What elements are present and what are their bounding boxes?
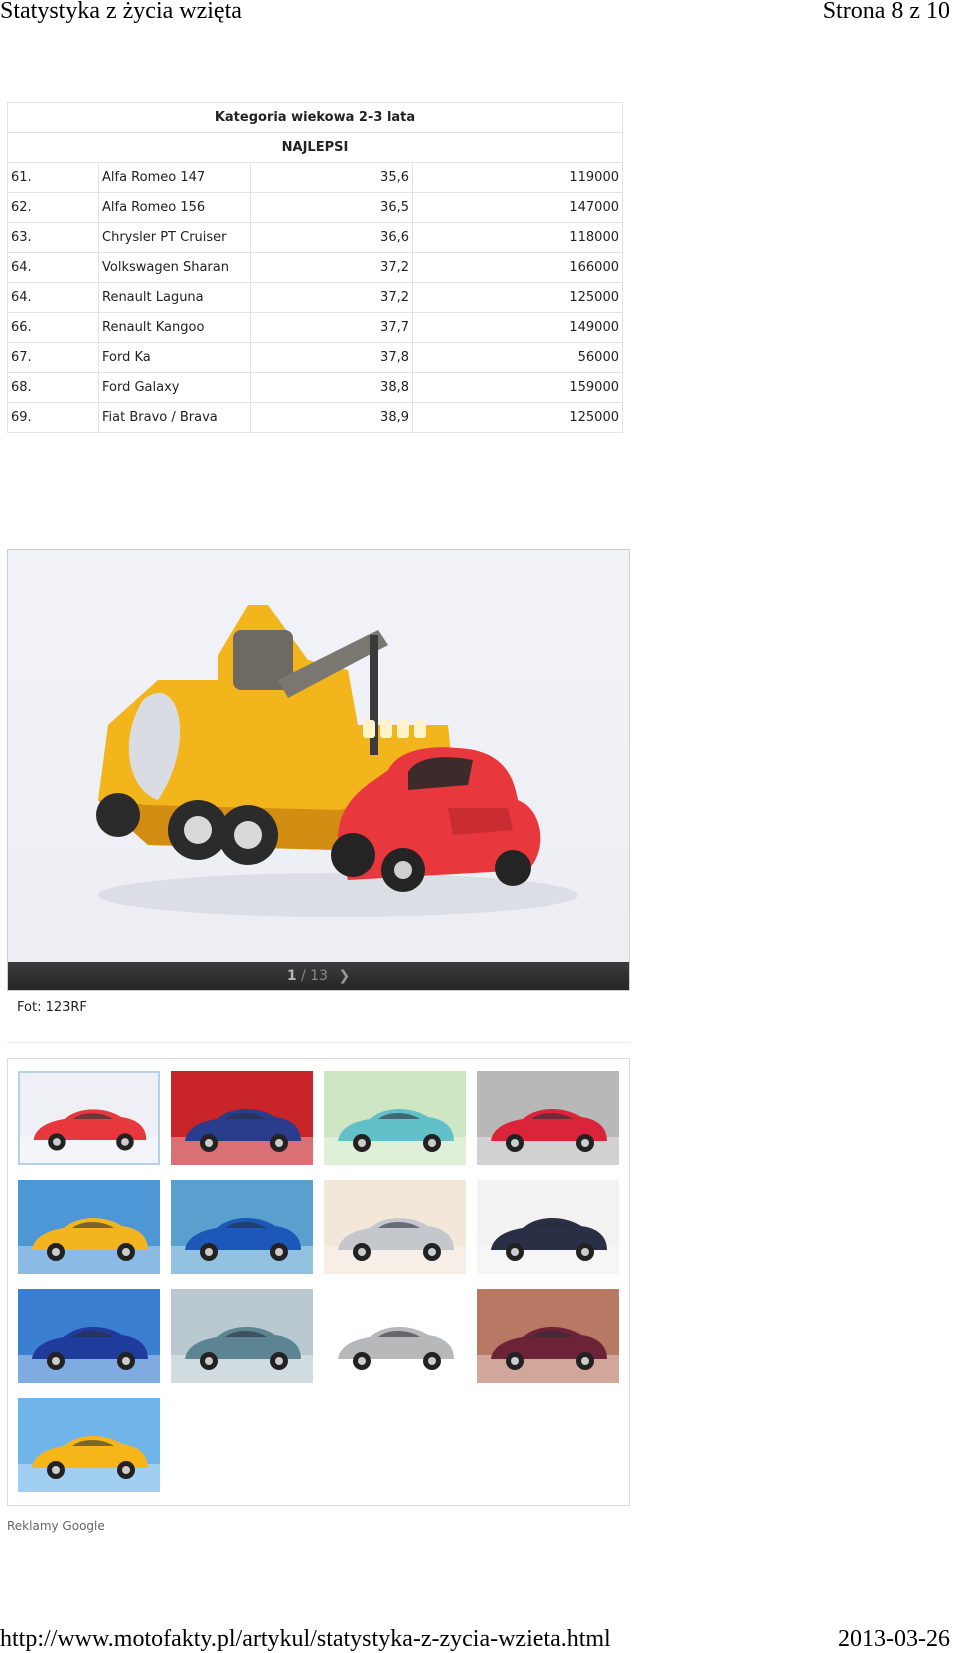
page-footer-url: http://www.motofakty.pl/artykul/statysty… <box>0 1626 611 1652</box>
table-row: 63. Chrysler PT Cruiser 36,6 118000 <box>7 222 623 253</box>
table-subheading-row: NAJLEPSI <box>7 132 623 163</box>
average-cell: 37,2 <box>250 282 413 313</box>
rank-cell: 64. <box>7 252 99 283</box>
thumbnail-image <box>18 1289 160 1383</box>
gallery-thumbnail[interactable] <box>324 1289 466 1383</box>
table-row: 61. Alfa Romeo 147 35,6 119000 <box>7 162 623 193</box>
thumbnail-image <box>477 1180 619 1274</box>
average-cell: 36,5 <box>250 192 413 223</box>
model-cell: Ford Ka <box>98 342 251 373</box>
mileage-cell: 149000 <box>412 312 623 343</box>
gallery-thumbnail[interactable] <box>171 1180 313 1274</box>
table-row: 64. Volkswagen Sharan 37,2 166000 <box>7 252 623 283</box>
thumbnail-image <box>477 1071 619 1165</box>
gallery-thumbnail[interactable] <box>171 1071 313 1165</box>
chevron-right-icon[interactable]: ❯ <box>338 968 350 984</box>
model-cell: Fiat Bravo / Brava <box>98 402 251 433</box>
average-cell: 37,7 <box>250 312 413 343</box>
thumbnail-image <box>18 1398 160 1492</box>
average-cell: 38,9 <box>250 402 413 433</box>
page-footer-date: 2013-03-26 <box>838 1626 950 1652</box>
thumbnail-image <box>171 1289 313 1383</box>
mileage-cell: 56000 <box>412 342 623 373</box>
gallery-thumbnail[interactable] <box>324 1180 466 1274</box>
table-subheading: NAJLEPSI <box>7 132 623 163</box>
rank-cell: 64. <box>7 282 99 313</box>
slideshow-nav: 1 / 13 ❯ <box>8 962 629 990</box>
model-cell: Alfa Romeo 156 <box>98 192 251 223</box>
model-cell: Renault Kangoo <box>98 312 251 343</box>
average-cell: 37,8 <box>250 342 413 373</box>
thumbnail-image <box>171 1180 313 1274</box>
average-cell: 35,6 <box>250 162 413 193</box>
table-row: 62. Alfa Romeo 156 36,5 147000 <box>7 192 623 223</box>
model-cell: Renault Laguna <box>98 282 251 313</box>
model-cell: Alfa Romeo 147 <box>98 162 251 193</box>
gallery-thumbnail[interactable] <box>324 1071 466 1165</box>
divider <box>7 1042 630 1043</box>
gallery-thumbnail[interactable] <box>171 1289 313 1383</box>
gallery-thumbnail[interactable] <box>477 1180 619 1274</box>
gallery-thumbnail[interactable] <box>477 1289 619 1383</box>
rank-cell: 63. <box>7 222 99 253</box>
average-cell: 38,8 <box>250 372 413 403</box>
photo-slideshow[interactable]: 1 / 13 ❯ <box>7 549 630 991</box>
gallery-thumbnail[interactable] <box>18 1180 160 1274</box>
rank-cell: 69. <box>7 402 99 433</box>
ranking-table: Kategoria wiekowa 2-3 lata NAJLEPSI 61. A… <box>7 102 623 433</box>
rank-cell: 66. <box>7 312 99 343</box>
gallery-thumbnail[interactable] <box>18 1398 160 1492</box>
photo-credit: Fot: 123RF <box>17 1000 87 1015</box>
mileage-cell: 166000 <box>412 252 623 283</box>
gallery-thumbnail[interactable] <box>18 1071 160 1165</box>
thumbnail-image <box>171 1071 313 1165</box>
model-cell: Chrysler PT Cruiser <box>98 222 251 253</box>
ads-label: Reklamy Google <box>7 1519 105 1533</box>
mileage-cell: 125000 <box>412 402 623 433</box>
thumbnail-image <box>20 1073 158 1163</box>
mileage-cell: 159000 <box>412 372 623 403</box>
model-cell: Volkswagen Sharan <box>98 252 251 283</box>
table-row: 64. Renault Laguna 37,2 125000 <box>7 282 623 313</box>
page-indicator: Strona 8 z 10 <box>822 0 950 24</box>
rank-cell: 62. <box>7 192 99 223</box>
average-cell: 36,6 <box>250 222 413 253</box>
table-row: 66. Renault Kangoo 37,7 149000 <box>7 312 623 343</box>
model-cell: Ford Galaxy <box>98 372 251 403</box>
table-row: 68. Ford Galaxy 38,8 159000 <box>7 372 623 403</box>
gallery-thumbnail[interactable] <box>477 1071 619 1165</box>
mileage-cell: 147000 <box>412 192 623 223</box>
gallery-thumbnail[interactable] <box>18 1289 160 1383</box>
rank-cell: 61. <box>7 162 99 193</box>
slide-total: / 13 <box>301 968 328 984</box>
average-cell: 37,2 <box>250 252 413 283</box>
rank-cell: 67. <box>7 342 99 373</box>
table-row: 69. Fiat Bravo / Brava 38,9 125000 <box>7 402 623 433</box>
table-row: 67. Ford Ka 37,8 56000 <box>7 342 623 373</box>
thumbnail-image <box>324 1289 466 1383</box>
page-header-title: Statystyka z życia wzięta <box>0 0 242 24</box>
slideshow-photo <box>8 550 629 962</box>
thumbnail-gallery <box>7 1058 630 1506</box>
rank-cell: 68. <box>7 372 99 403</box>
thumbnail-image <box>324 1071 466 1165</box>
mileage-cell: 118000 <box>412 222 623 253</box>
slide-current: 1 <box>286 968 297 984</box>
mileage-cell: 125000 <box>412 282 623 313</box>
mileage-cell: 119000 <box>412 162 623 193</box>
thumbnail-image <box>18 1180 160 1274</box>
thumbnail-image <box>324 1180 466 1274</box>
table-heading: Kategoria wiekowa 2-3 lata <box>7 102 623 133</box>
thumbnail-image <box>477 1289 619 1383</box>
table-heading-row: Kategoria wiekowa 2-3 lata <box>7 102 623 133</box>
